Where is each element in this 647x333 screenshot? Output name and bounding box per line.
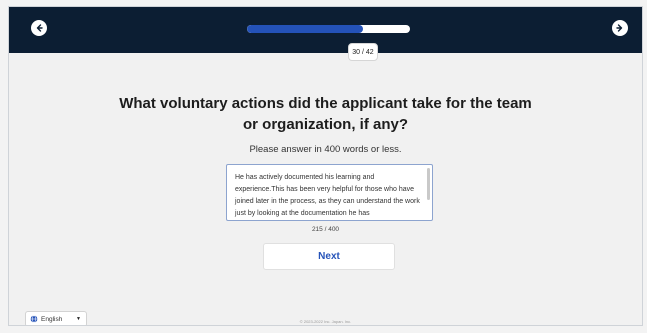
question-title: What voluntary actions did the applicant…: [9, 93, 642, 135]
arrow-left-icon: [36, 24, 43, 32]
footer-copyright: © 2023-2022 Inc. Japan. Inc.: [299, 319, 352, 324]
word-count: 215 / 400: [311, 226, 340, 233]
progress-bar-fill: [247, 25, 363, 33]
arrow-right-icon: [616, 24, 623, 32]
question-line-2: or organization, if any?: [242, 116, 408, 133]
progress-bar: [247, 25, 410, 33]
answer-instructions: Please answer in 400 words or less.: [249, 144, 402, 155]
top-navigation-bar: [9, 7, 642, 53]
question-line-1: What voluntary actions did the applicant…: [119, 95, 532, 112]
next-button[interactable]: Next: [263, 243, 395, 270]
answer-textarea[interactable]: He has actively documented his learning …: [226, 164, 433, 221]
forward-button[interactable]: [612, 20, 628, 36]
back-button[interactable]: [31, 20, 47, 36]
textarea-scrollbar[interactable]: [427, 168, 430, 200]
app-window: 30 / 42 What voluntary actions did the a…: [8, 6, 643, 326]
progress-counter: 30 / 42: [348, 43, 378, 61]
